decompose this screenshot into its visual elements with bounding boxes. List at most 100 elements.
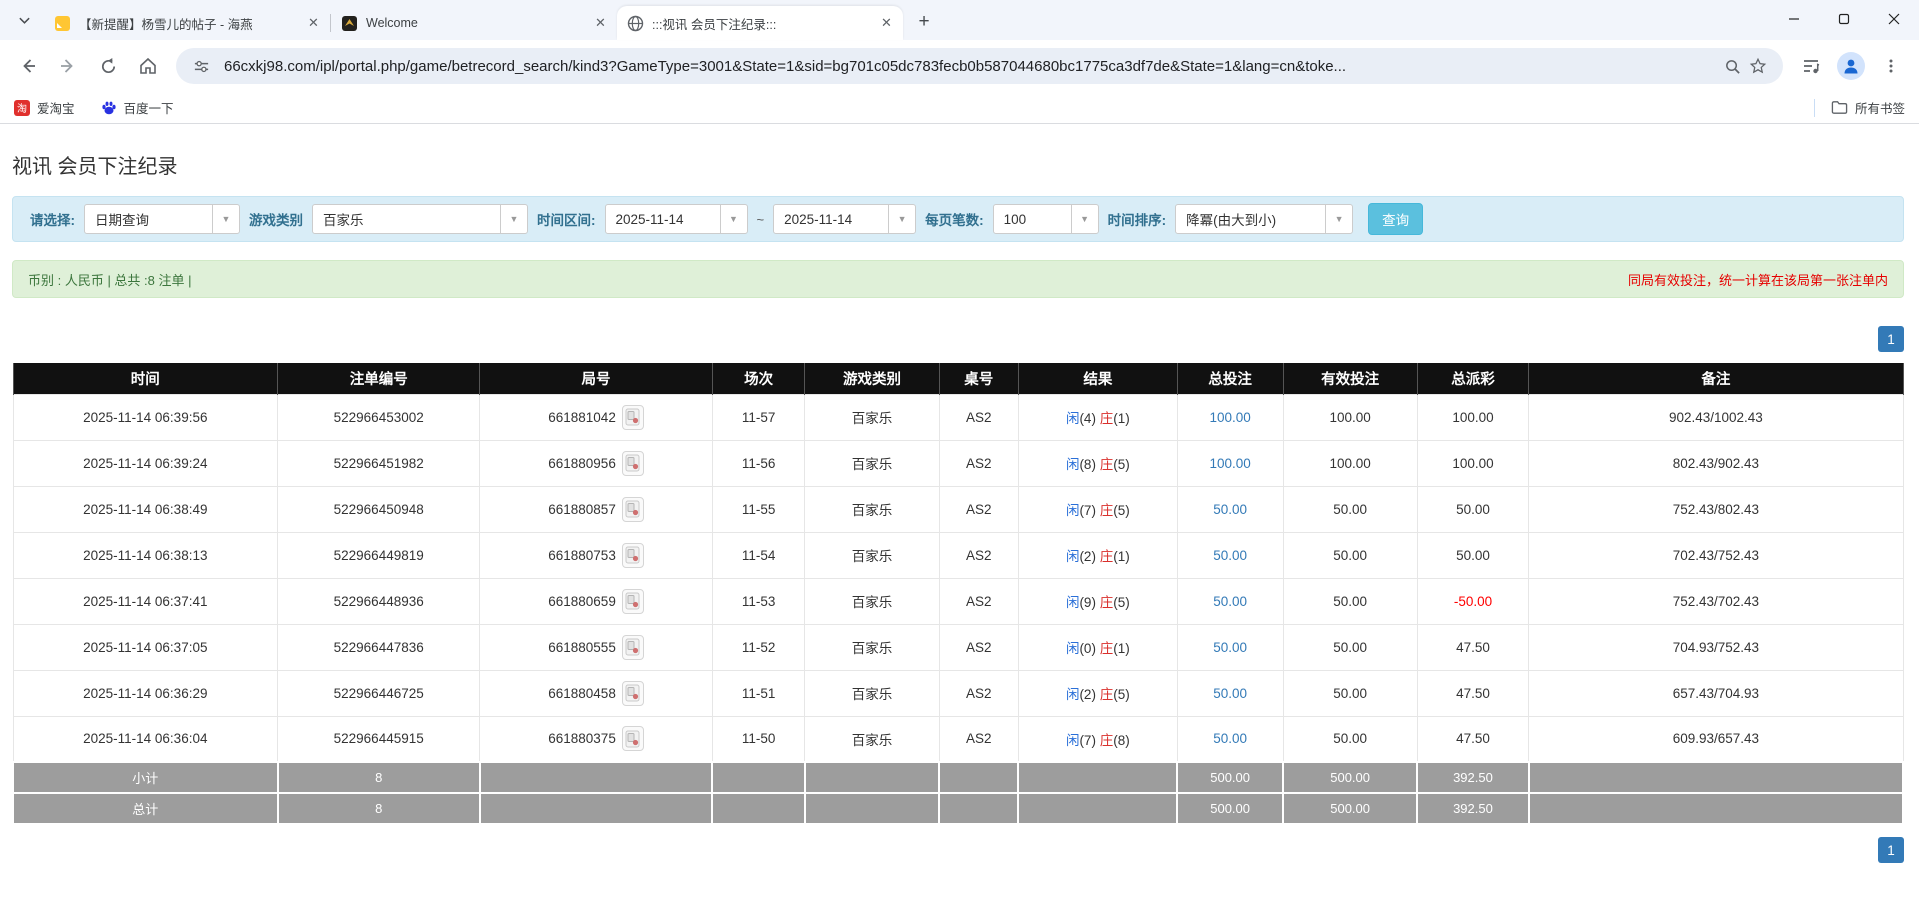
- tab-welcome[interactable]: Welcome ✕: [331, 6, 617, 40]
- home-icon[interactable]: [131, 49, 165, 83]
- round-cell: 661880857: [479, 485, 713, 533]
- replay-icon[interactable]: [621, 542, 644, 568]
- header-bet-id: 注单编号: [277, 363, 481, 394]
- game-type: 百家乐: [804, 393, 940, 441]
- back-icon[interactable]: [11, 49, 45, 83]
- replay-icon[interactable]: [621, 588, 644, 614]
- globe-icon: [627, 15, 644, 31]
- total-bet-link[interactable]: 50.00: [1213, 548, 1247, 563]
- close-icon[interactable]: ✕: [592, 15, 609, 32]
- bet-id: 522966451982: [277, 439, 481, 487]
- valid-bet: 50.00: [1282, 623, 1418, 671]
- note: 609.93/657.43: [1528, 715, 1904, 763]
- close-icon[interactable]: ✕: [878, 15, 895, 32]
- payout: 47.50: [1416, 669, 1530, 717]
- bet-time: 2025-11-14 06:38:49: [12, 485, 279, 533]
- total-bet: 50.00: [1176, 485, 1284, 533]
- replay-icon[interactable]: [621, 634, 644, 660]
- close-window-button[interactable]: [1869, 0, 1919, 38]
- game-type: 百家乐: [804, 715, 940, 763]
- valid-bet: 50.00: [1282, 669, 1418, 717]
- page-1-button[interactable]: 1: [1878, 326, 1904, 352]
- total-bet-link[interactable]: 50.00: [1213, 731, 1247, 746]
- page-size-select[interactable]: 100 ▼: [992, 204, 1099, 234]
- note: 802.43/902.43: [1528, 439, 1904, 487]
- total-bet-link[interactable]: 50.00: [1213, 640, 1247, 655]
- replay-icon[interactable]: [621, 680, 644, 706]
- filter-bar: 请选择: 日期查询 ▼ 游戏类别 百家乐 ▼ 时间区间: 2025-11-14 …: [12, 196, 1904, 242]
- round-id: 661880555: [548, 639, 616, 655]
- search-button[interactable]: 查询: [1368, 203, 1424, 235]
- forward-icon[interactable]: [51, 49, 85, 83]
- replay-icon[interactable]: [621, 496, 644, 522]
- bookmark-taobao[interactable]: 淘 爱淘宝: [14, 98, 75, 117]
- mode-label: 请选择:: [30, 213, 75, 228]
- dark-gold-icon: [342, 15, 357, 31]
- subtotal-valid-bet: 500.00: [1282, 761, 1419, 794]
- media-controls-icon[interactable]: [1794, 49, 1828, 83]
- pagination-top: 1: [12, 326, 1904, 352]
- total-bet-link[interactable]: 50.00: [1213, 686, 1247, 701]
- new-tab-button[interactable]: +: [911, 9, 937, 35]
- site-settings-icon[interactable]: [188, 53, 214, 79]
- maximize-button[interactable]: [1819, 0, 1869, 38]
- close-icon[interactable]: ✕: [305, 15, 322, 32]
- tab-forum[interactable]: 【新提醒】杨雪儿的帖子 - 海燕 ✕: [44, 6, 330, 40]
- menu-dots-icon[interactable]: [1874, 49, 1908, 83]
- result: 闲(7) 庄(5): [1017, 485, 1178, 533]
- all-bookmarks-button[interactable]: 所有书签: [1831, 98, 1905, 117]
- bet-id: 522966446725: [277, 669, 481, 717]
- minimize-button[interactable]: [1769, 0, 1819, 38]
- total-bet: 50.00: [1176, 623, 1284, 671]
- tab-title: :::视讯 会员下注纪录:::: [652, 17, 777, 32]
- session: 11-55: [711, 485, 806, 533]
- total-bet-link[interactable]: 100.00: [1209, 456, 1250, 471]
- round-cell: 661880956: [479, 439, 713, 487]
- date-to-select[interactable]: 2025-11-14 ▼: [773, 204, 917, 234]
- sort-select[interactable]: 降冪(由大到小) ▼: [1175, 204, 1354, 234]
- result: 闲(2) 庄(1): [1017, 531, 1178, 579]
- replay-icon[interactable]: [621, 404, 644, 430]
- total-bet-link[interactable]: 50.00: [1213, 502, 1247, 517]
- table-no: AS2: [938, 577, 1019, 625]
- round-cell: 661880555: [479, 623, 713, 671]
- total-bet-link[interactable]: 100.00: [1209, 410, 1250, 425]
- table-row: 2025-11-14 06:36:04 522966445915 661880375…: [12, 715, 1904, 763]
- game-type: 百家乐: [804, 623, 940, 671]
- table-row: 2025-11-14 06:38:13 522966449819 661880753…: [12, 531, 1904, 579]
- page-1-button[interactable]: 1: [1878, 837, 1904, 863]
- bookmark-baidu[interactable]: 百度一下: [101, 98, 174, 117]
- profile-avatar[interactable]: [1837, 52, 1865, 80]
- bookmark-star-icon[interactable]: [1745, 53, 1771, 79]
- header-game-type: 游戏类别: [804, 363, 940, 394]
- round-id: 661880375: [548, 731, 616, 747]
- date-from-select[interactable]: 2025-11-14 ▼: [604, 204, 748, 234]
- valid-bet: 50.00: [1282, 485, 1418, 533]
- chevron-down-icon: ▼: [1325, 205, 1352, 233]
- total-bet: 50.00: [1176, 715, 1284, 763]
- url-text[interactable]: 66cxkj98.com/ipl/portal.php/game/betreco…: [224, 58, 1709, 75]
- tab-search-chevron-icon[interactable]: [10, 6, 38, 34]
- pagination-bottom: 1: [12, 837, 1904, 863]
- total-count: 8: [276, 792, 481, 825]
- zoom-icon[interactable]: [1719, 53, 1745, 79]
- mode-select[interactable]: 日期查询 ▼: [84, 204, 240, 234]
- round-cell: 661880375: [479, 715, 713, 763]
- valid-bet: 50.00: [1282, 577, 1418, 625]
- url-bar[interactable]: 66cxkj98.com/ipl/portal.php/game/betreco…: [176, 48, 1783, 84]
- replay-icon[interactable]: [621, 450, 644, 476]
- tab-bet-records-active[interactable]: :::视讯 会员下注纪录::: ✕: [617, 6, 903, 40]
- replay-icon[interactable]: [621, 726, 644, 752]
- reload-icon[interactable]: [91, 49, 125, 83]
- total-label: 总计: [12, 792, 279, 825]
- bet-time: 2025-11-14 06:37:41: [12, 577, 279, 625]
- total-bet-link[interactable]: 50.00: [1213, 594, 1247, 609]
- date-range-label: 时间区间:: [537, 213, 596, 228]
- game-type-select[interactable]: 百家乐 ▼: [312, 204, 528, 234]
- table-row: 2025-11-14 06:37:41 522966448936 661880659…: [12, 577, 1904, 625]
- summary-bar: 币别 : 人民币 | 总共 :8 注单 | 同局有效投注，统一计算在该局第一张注…: [12, 260, 1904, 298]
- valid-bet: 100.00: [1282, 393, 1418, 441]
- chevron-down-icon: ▼: [500, 205, 527, 233]
- header-session: 场次: [711, 363, 806, 394]
- subtotal-label: 小计: [12, 761, 279, 794]
